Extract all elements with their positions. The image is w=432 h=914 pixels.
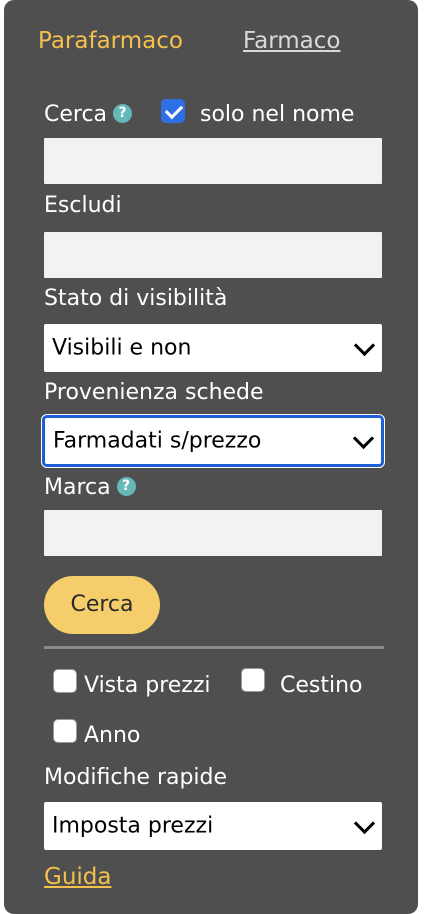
- guide-link[interactable]: Guida: [44, 864, 111, 890]
- search-label-row: Cerca?: [44, 101, 133, 129]
- search-button[interactable]: Cerca: [44, 576, 160, 634]
- source-selected-value: Farmadati s/prezzo: [53, 428, 262, 454]
- divider: [44, 646, 384, 649]
- chevron-down-icon: [353, 334, 376, 357]
- source-select[interactable]: Farmadati s/prezzo: [42, 415, 384, 467]
- brand-label-row: Marca?: [44, 474, 136, 502]
- source-label: Provenienza schede: [44, 380, 264, 405]
- prices-view-label: Vista prezzi: [84, 673, 211, 698]
- trash-label: Cestino: [280, 673, 363, 698]
- search-help-icon[interactable]: ?: [113, 103, 133, 123]
- quick-edit-selected-value: Imposta prezzi: [52, 813, 214, 839]
- visibility-selected-value: Visibili e non: [52, 335, 192, 361]
- visibility-label: Stato di visibilità: [44, 286, 228, 311]
- exclude-label: Escludi: [44, 193, 122, 218]
- tab-parafarmaco[interactable]: Parafarmaco: [38, 28, 183, 54]
- prices-view-checkbox[interactable]: [53, 669, 77, 693]
- brand-input[interactable]: [44, 510, 382, 556]
- trash-checkbox[interactable]: [241, 668, 265, 692]
- chevron-down-icon: [352, 427, 375, 450]
- tab-bar: Parafarmaco Farmaco: [38, 28, 384, 56]
- year-label: Anno: [84, 723, 141, 748]
- search-label: Cerca: [44, 102, 108, 127]
- visibility-select[interactable]: Visibili e non: [44, 324, 382, 372]
- exclude-input[interactable]: [44, 232, 382, 278]
- name-only-checkbox[interactable]: [161, 99, 185, 123]
- quick-edit-label: Modifiche rapide: [44, 765, 228, 790]
- name-only-label: solo nel nome: [200, 102, 355, 127]
- brand-help-icon[interactable]: ?: [116, 476, 136, 496]
- chevron-down-icon: [353, 812, 376, 835]
- search-input[interactable]: [44, 138, 382, 184]
- tab-farmaco[interactable]: Farmaco: [243, 28, 340, 54]
- year-checkbox[interactable]: [53, 719, 77, 743]
- quick-edit-select[interactable]: Imposta prezzi: [44, 802, 382, 850]
- brand-label: Marca: [44, 475, 111, 500]
- search-panel: Parafarmaco Farmaco Cerca? solo nel nome…: [4, 0, 418, 914]
